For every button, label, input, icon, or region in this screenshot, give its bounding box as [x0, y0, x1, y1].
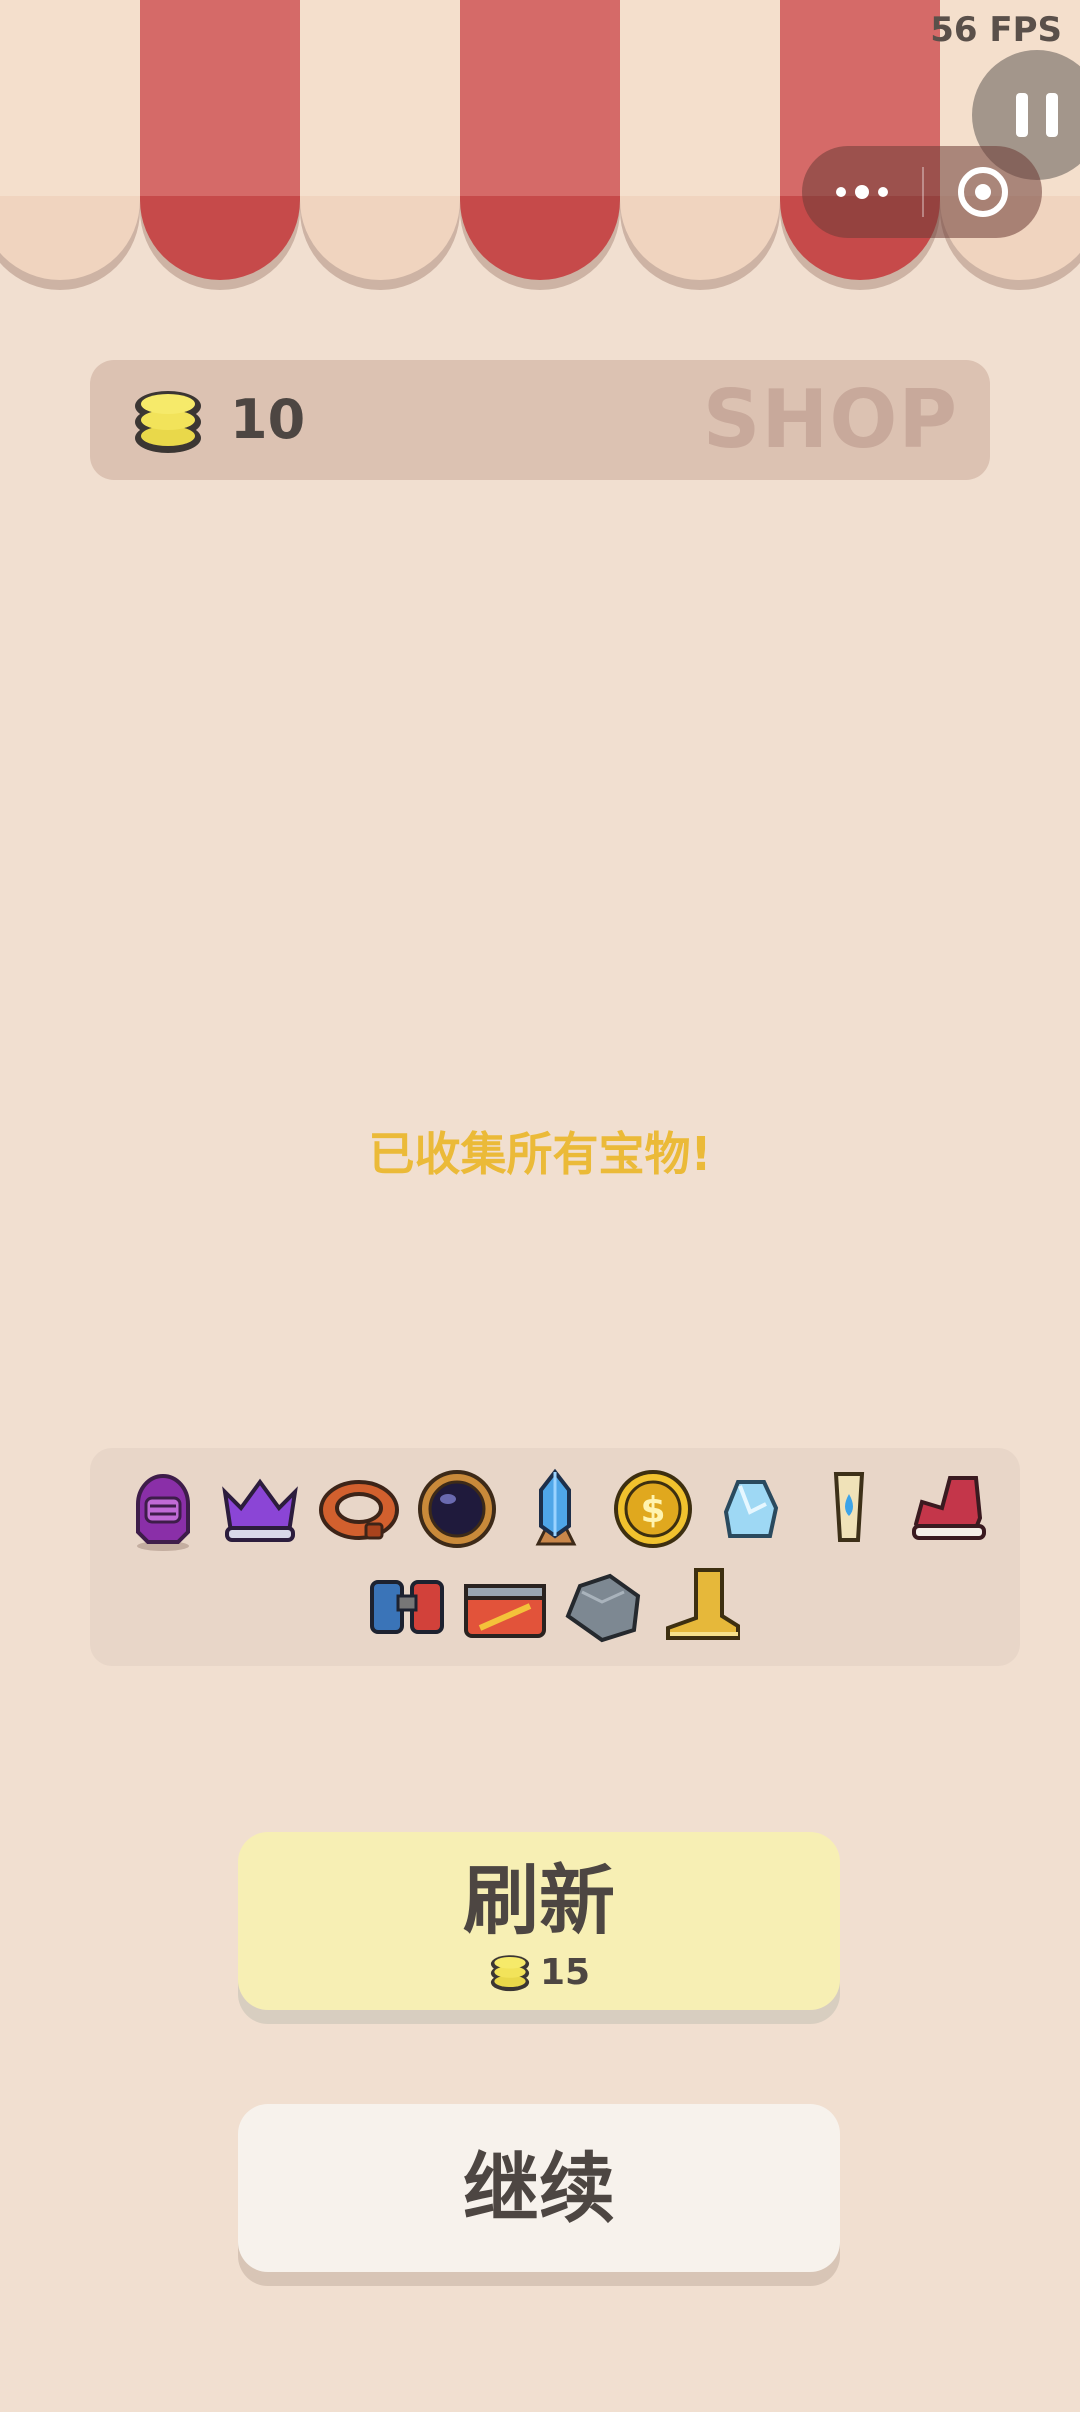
ice-block-icon — [706, 1464, 796, 1554]
refresh-button[interactable]: 刷新 15 — [238, 1832, 840, 2010]
target-icon — [958, 167, 1008, 217]
continue-button[interactable]: 继续 — [238, 2104, 840, 2272]
fps-counter: 56 FPS — [930, 10, 1062, 50]
purple-crown-icon — [215, 1464, 305, 1554]
close-target-button[interactable] — [924, 167, 1042, 217]
bronze-ring-icon — [314, 1464, 404, 1554]
coin-stack-icon — [135, 391, 201, 453]
refresh-cost-value: 15 — [539, 1951, 591, 1993]
golden-boot-icon — [656, 1562, 746, 1652]
svg-text:$: $ — [640, 1490, 665, 1531]
binoculars-icon — [362, 1562, 452, 1652]
coin-stack-icon — [490, 1955, 530, 1992]
coin-count: 10 — [230, 388, 306, 451]
more-options-button[interactable] — [802, 185, 922, 199]
red-sneaker-icon — [902, 1464, 992, 1554]
refresh-cost: 15 — [238, 1950, 840, 1994]
shop-label: SHOP — [702, 373, 958, 466]
pause-icon — [1016, 93, 1028, 137]
knight-helmet-icon — [118, 1464, 208, 1554]
continue-label: 继续 — [463, 2144, 615, 2233]
coin-bar: 10 SHOP — [90, 360, 990, 480]
dark-orb-icon — [412, 1464, 502, 1554]
stone-icon — [558, 1562, 648, 1652]
refresh-label: 刷新 — [463, 1856, 615, 1945]
gold-coin-icon: $ — [608, 1464, 698, 1554]
mini-program-capsule — [802, 146, 1042, 238]
battery-icon — [460, 1562, 550, 1652]
collected-items-panel: $ — [90, 1448, 1020, 1666]
potion-vial-icon — [804, 1464, 894, 1554]
blue-crystal-icon — [510, 1464, 600, 1554]
all-treasures-collected-message: 已收集所有宝物! — [368, 1127, 712, 1181]
